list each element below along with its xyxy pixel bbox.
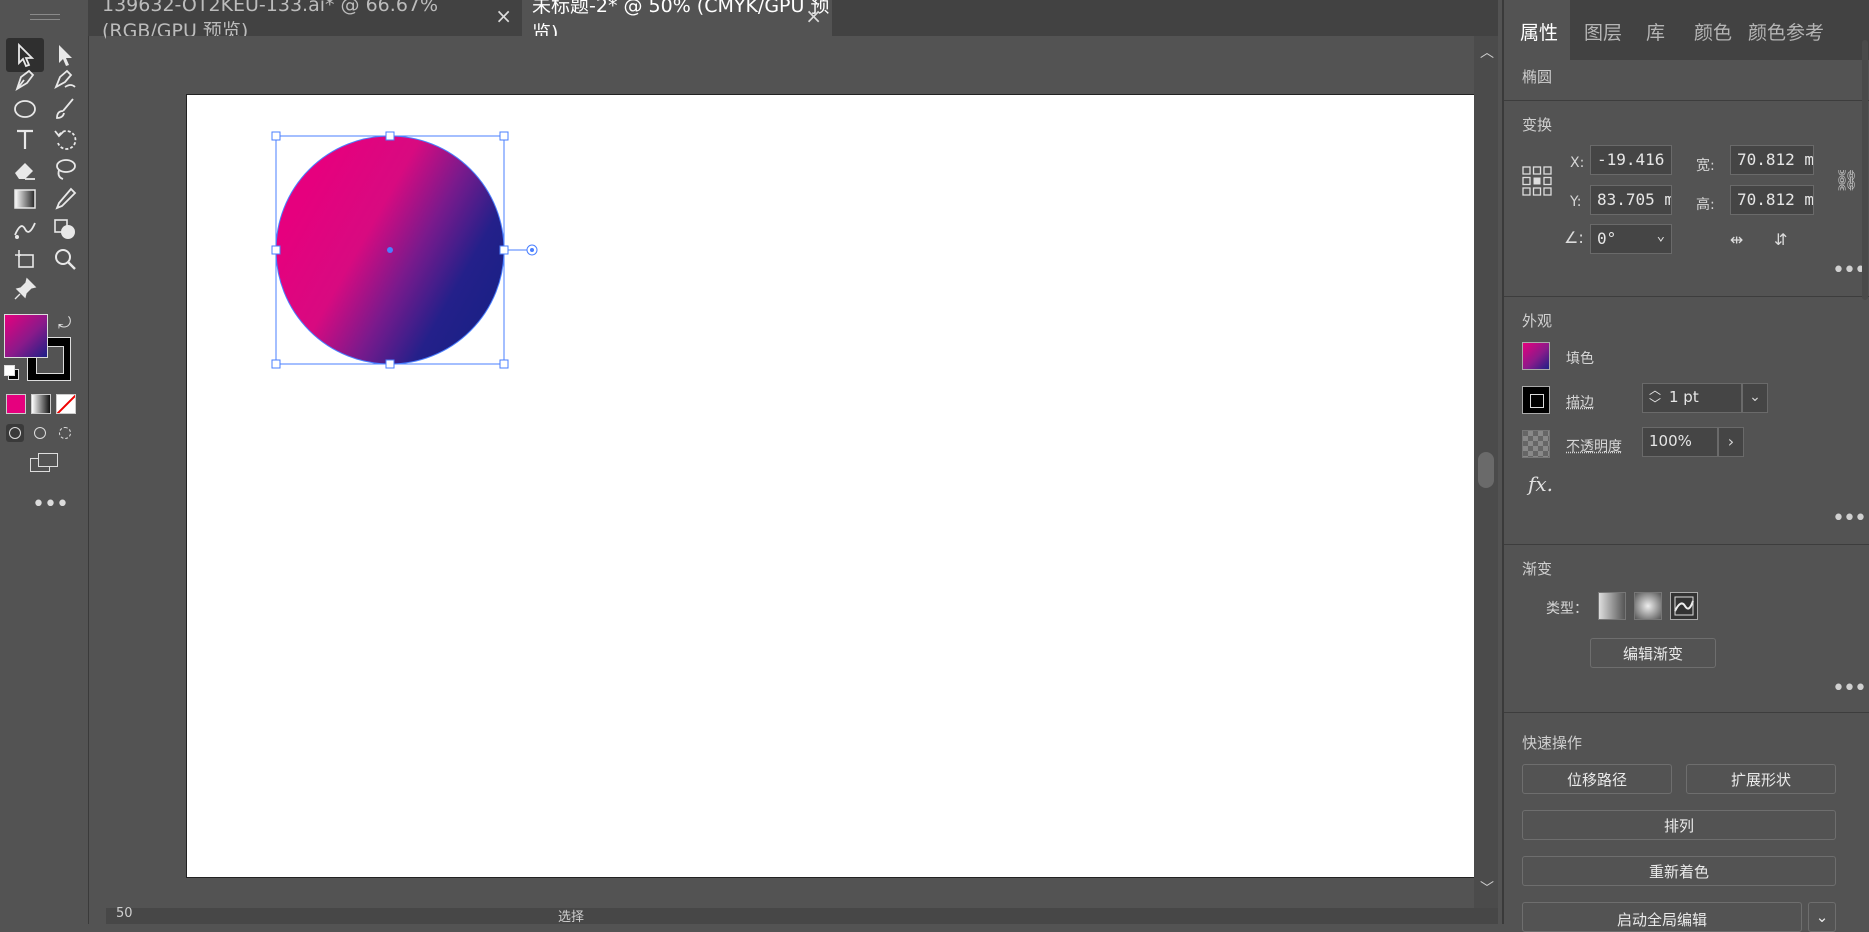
screen-mode-icon[interactable]: [28, 452, 60, 476]
angle-icon: ∠:: [1564, 228, 1584, 247]
tab-layers[interactable]: 图层: [1584, 18, 1622, 45]
shape-builder-tool-icon[interactable]: [46, 212, 84, 246]
draw-normal-icon[interactable]: [6, 424, 24, 442]
close-tab-icon[interactable]: ×: [805, 4, 822, 28]
gradient-type-label: 类型：: [1546, 598, 1588, 618]
opacity-arrow-icon[interactable]: ›: [1718, 427, 1744, 457]
global-edit-dropdown-icon[interactable]: ⌄: [1808, 902, 1836, 932]
zoom-tool-icon[interactable]: [46, 242, 84, 276]
radial-gradient-icon[interactable]: [1634, 592, 1662, 620]
properties-panel: 属性 图层 库 颜色 颜色参考 椭圆 变换 X: -19.416 Y: 83.7…: [1502, 0, 1869, 924]
paintbrush-tool-icon[interactable]: [46, 92, 84, 126]
zoom-level[interactable]: 50: [116, 906, 133, 921]
height-label: 高:: [1696, 194, 1715, 214]
draw-inside-icon[interactable]: [56, 424, 74, 442]
color-mode-icon[interactable]: [6, 394, 26, 414]
stroke-weight-field[interactable]: ︿ ﹀ 1 pt: [1642, 383, 1742, 413]
gradient-more-icon[interactable]: •••: [1832, 676, 1865, 701]
tab-libraries[interactable]: 库: [1646, 18, 1665, 45]
angle-value: 0°: [1597, 229, 1616, 248]
quick-actions-section-title: 快速操作: [1522, 732, 1582, 753]
opacity-field[interactable]: 100%: [1642, 427, 1718, 457]
x-label: X:: [1570, 155, 1584, 171]
vertical-scrollbar[interactable]: ︿ ﹀: [1474, 36, 1498, 908]
flip-vertical-icon[interactable]: ⇵: [1774, 230, 1787, 249]
type-tool-icon[interactable]: [6, 122, 44, 156]
tab-color[interactable]: 颜色: [1694, 18, 1732, 45]
draw-behind-icon[interactable]: [31, 424, 49, 442]
stroke-weight-value: 1 pt: [1669, 388, 1699, 406]
eyedropper-tool-icon[interactable]: [46, 182, 84, 216]
height-field[interactable]: 70.812 m: [1730, 185, 1814, 215]
edit-gradient-button[interactable]: 编辑渐变: [1590, 638, 1716, 668]
appearance-more-icon[interactable]: •••: [1832, 506, 1865, 531]
x-field[interactable]: -19.416: [1590, 145, 1672, 175]
ellipse-tool-icon[interactable]: [6, 92, 44, 126]
fill-color-swatch[interactable]: [1522, 342, 1550, 370]
fill-label: 填色: [1566, 348, 1594, 368]
blend-tool-icon[interactable]: [6, 212, 44, 246]
pen-tool-icon[interactable]: [6, 62, 44, 96]
constrain-proportions-icon[interactable]: ⛓: [1834, 168, 1859, 192]
close-tab-icon[interactable]: ×: [495, 4, 512, 28]
document-tab-active[interactable]: 未标题-2* @ 50% (CMYK/GPU 预览) ×: [522, 0, 832, 36]
gradient-mode-icon[interactable]: [31, 394, 51, 414]
document-tab-bar: 139632-OT2KEU-133.ai* @ 66.67% (RGB/GPU …: [88, 0, 1498, 36]
current-tool-label: 选择: [558, 906, 584, 925]
stroke-dropdown-icon[interactable]: ⌄: [1742, 383, 1768, 413]
freeform-gradient-icon[interactable]: [1670, 592, 1698, 620]
eraser-tool-icon[interactable]: [6, 152, 44, 186]
rotate-tool-icon[interactable]: [46, 122, 84, 156]
object-type-label: 椭圆: [1522, 66, 1552, 87]
arrange-button[interactable]: 排列: [1522, 810, 1836, 840]
width-field[interactable]: 70.812 m: [1730, 145, 1814, 175]
curvature-tool-icon[interactable]: [46, 62, 84, 96]
artwork-layer: [187, 95, 1477, 879]
width-label: 宽:: [1696, 155, 1715, 175]
fill-swatch[interactable]: [4, 314, 48, 358]
reference-point-icon[interactable]: [1522, 166, 1552, 196]
pin-icon[interactable]: [6, 272, 44, 306]
swap-fill-stroke-icon[interactable]: ⤾: [58, 313, 71, 333]
recolor-button[interactable]: 重新着色: [1522, 856, 1836, 886]
tab-properties[interactable]: 属性: [1520, 18, 1558, 45]
appearance-section-title: 外观: [1522, 310, 1552, 331]
expand-shape-button[interactable]: 扩展形状: [1686, 764, 1836, 794]
tools-panel: ⤾ •••: [0, 0, 89, 924]
transform-more-icon[interactable]: •••: [1832, 258, 1865, 283]
scroll-down-icon[interactable]: ﹀: [1480, 878, 1494, 898]
gradient-tool-icon[interactable]: [6, 182, 44, 216]
scroll-up-icon[interactable]: ︿: [1480, 42, 1494, 62]
panel-scrollbar[interactable]: [1862, 40, 1868, 300]
tab-color-guide[interactable]: 颜色参考: [1748, 18, 1824, 45]
status-bar: 50 选择: [106, 908, 1498, 924]
gradient-section-title: 渐变: [1522, 558, 1552, 579]
y-field[interactable]: 83.705 m: [1590, 185, 1672, 215]
panel-tab-bar: 属性 图层 库 颜色 颜色参考: [1504, 0, 1869, 60]
stroke-label[interactable]: 描边: [1566, 392, 1594, 412]
scrollbar-thumb[interactable]: [1478, 452, 1494, 488]
none-mode-icon[interactable]: [56, 394, 76, 414]
document-tab[interactable]: 139632-OT2KEU-133.ai* @ 66.67% (RGB/GPU …: [88, 0, 522, 36]
stroke-stepper-icon[interactable]: ︿ ﹀: [1649, 383, 1661, 411]
flip-horizontal-icon[interactable]: ⇹: [1730, 230, 1743, 249]
opacity-label[interactable]: 不透明度: [1566, 436, 1622, 456]
offset-path-button[interactable]: 位移路径: [1522, 764, 1672, 794]
y-label: Y:: [1570, 194, 1581, 210]
effects-fx-button[interactable]: fx.: [1528, 472, 1553, 496]
lasso-tool-icon[interactable]: [46, 152, 84, 186]
more-tools-icon[interactable]: •••: [32, 492, 68, 517]
panel-grip[interactable]: [30, 14, 60, 20]
canvas[interactable]: [106, 36, 1474, 908]
transform-section-title: 变换: [1522, 114, 1552, 135]
default-colors-icon[interactable]: [4, 365, 18, 379]
artboard-tool-icon[interactable]: [6, 242, 44, 276]
angle-field[interactable]: 0° ⌄: [1590, 224, 1672, 254]
start-global-edit-button[interactable]: 启动全局编辑: [1522, 902, 1802, 932]
angle-dropdown-icon[interactable]: ⌄: [1657, 228, 1665, 244]
opacity-checker-icon: [1522, 430, 1550, 458]
stroke-color-swatch[interactable]: [1522, 386, 1550, 414]
linear-gradient-icon[interactable]: [1598, 592, 1626, 620]
artboard[interactable]: [186, 94, 1476, 878]
